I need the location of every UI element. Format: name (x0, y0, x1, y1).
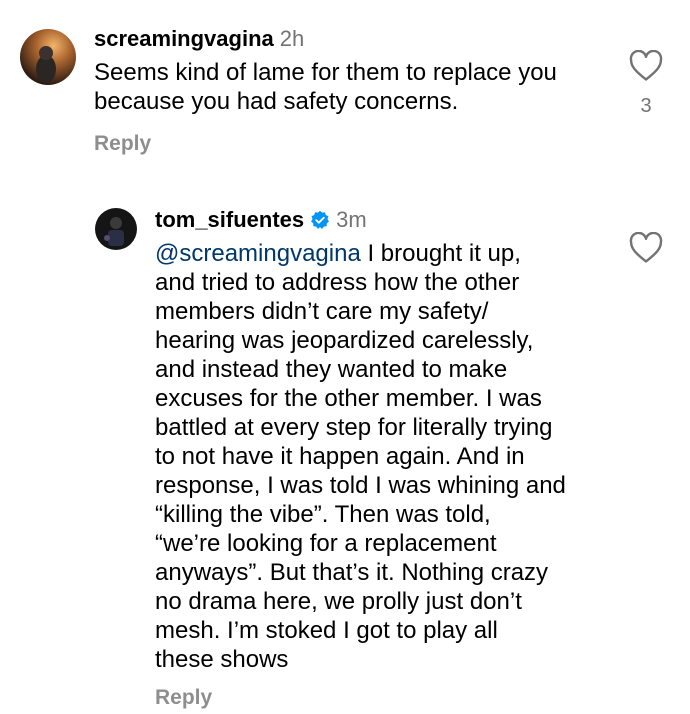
heart-outline-icon (629, 49, 663, 81)
timestamp: 2h (279, 26, 305, 51)
comment-line: @screamingvagina I brought it up, (155, 239, 566, 268)
like-button[interactable] (629, 231, 663, 269)
comment-line: hearing was jeopardized carelessly, (155, 327, 534, 354)
comment-line: anyways”. But that’s it. Nothing crazy (155, 559, 549, 586)
like-button[interactable] (629, 49, 663, 87)
comment-line: mesh. I’m stoked I got to play all (155, 617, 498, 644)
comment-line: “we’re looking for a replacement (155, 530, 497, 557)
avatar-image (20, 29, 76, 85)
comment-line: members didn’t care my safety/ (155, 298, 489, 325)
comment-line: and tried to address how the other (155, 269, 520, 296)
avatar-screamingvagina[interactable] (20, 29, 76, 85)
heart-outline-icon (629, 231, 663, 263)
reply-button[interactable]: Reply (94, 132, 151, 156)
comment-line: no drama here, we prolly just don’t (155, 588, 522, 615)
avatar-tom-sifuentes[interactable] (95, 208, 137, 250)
like-count: 3 (640, 95, 652, 117)
comment-line: and instead they wanted to make (155, 356, 508, 383)
timestamp: 3m (336, 207, 367, 232)
comment-2-header: tom_sifuentes 3m (155, 207, 367, 233)
verified-badge-icon (311, 210, 330, 229)
username[interactable]: tom_sifuentes (155, 207, 304, 233)
comment-line: these shows (155, 646, 289, 673)
comment-line: “killing the vibe”. Then was told, (155, 501, 491, 528)
comment-2-text: @screamingvagina I brought it up, and tr… (155, 239, 566, 674)
reply-button[interactable]: Reply (155, 686, 212, 710)
comment-line: response, I was told I was whining and (155, 472, 566, 499)
comment-1-header: screamingvagina 2h (94, 26, 304, 52)
comment-line-rest: I brought it up, (360, 240, 521, 267)
comment-line: excuses for the other member. I was (155, 385, 542, 412)
username[interactable]: screamingvagina (94, 26, 274, 52)
comment-1-text: Seems kind of lame for them to replace y… (94, 58, 557, 116)
comment-line: because you had safety concerns. (94, 88, 459, 115)
comment-line: to not have it happen again. And in (155, 443, 525, 470)
comment-line: Seems kind of lame for them to replace y… (94, 59, 557, 86)
mention-link[interactable]: @screamingvagina (155, 240, 361, 267)
avatar-image (95, 208, 137, 250)
comment-line: battled at every step for literally tryi… (155, 414, 553, 441)
